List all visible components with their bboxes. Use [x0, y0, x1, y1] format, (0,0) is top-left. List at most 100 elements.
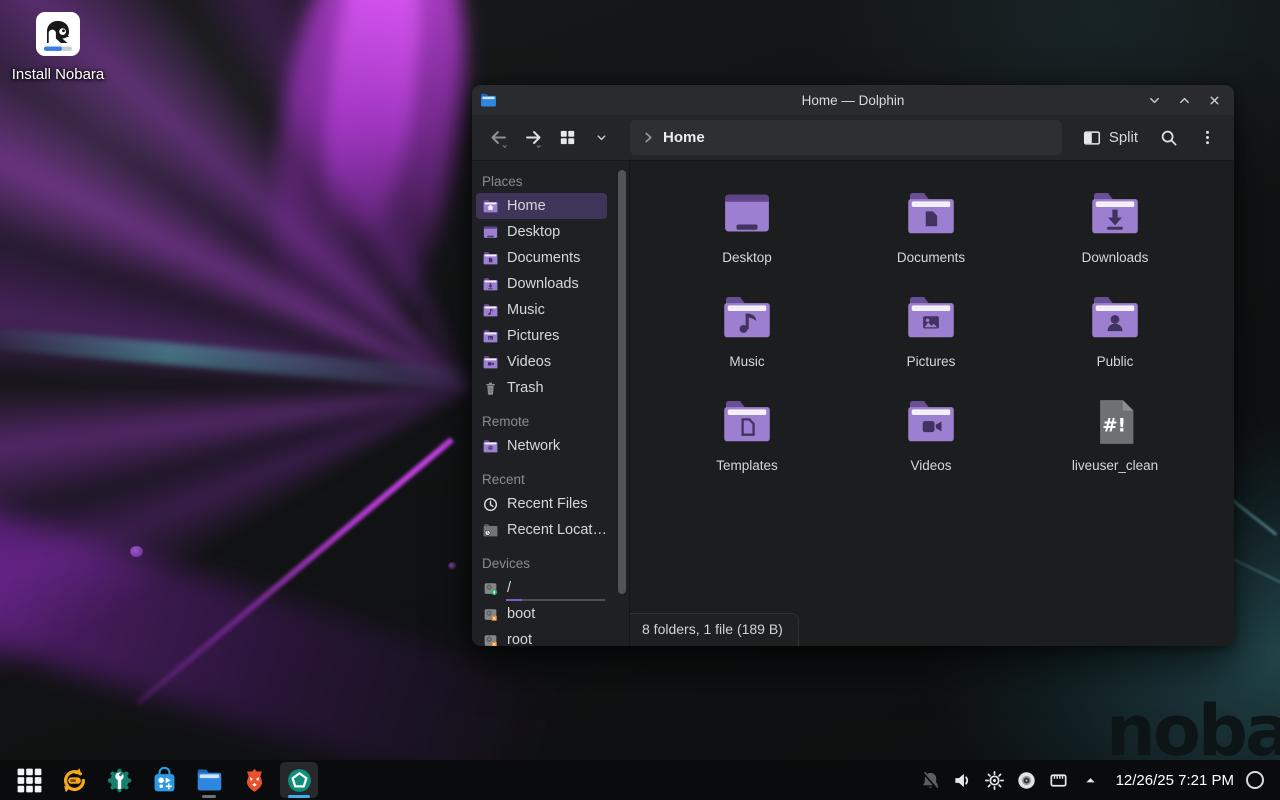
trash-icon — [482, 380, 499, 397]
audio-volume-icon[interactable] — [951, 769, 974, 792]
sidebar-item-videos[interactable]: Videos — [476, 349, 607, 375]
script-file-icon: #! — [1087, 394, 1143, 450]
folder-videos-icon — [482, 354, 499, 371]
sidebar-item-label: Recent Locat… — [507, 522, 607, 538]
file-item-label: Downloads — [1082, 250, 1149, 265]
sidebar-item-boot[interactable]: boot — [476, 601, 607, 627]
sidebar-item-trash[interactable]: Trash — [476, 375, 607, 401]
section-header-places: Places — [472, 169, 629, 193]
folder-music-icon — [482, 302, 499, 319]
sidebar-item-recent-locat[interactable]: Recent Locat… — [476, 517, 607, 543]
discover-store-button[interactable] — [145, 762, 183, 798]
breadcrumb-home[interactable]: Home — [663, 129, 705, 146]
file-item-label: Public — [1097, 354, 1134, 369]
back-button[interactable] — [484, 123, 514, 153]
folder-downloads-icon — [482, 276, 499, 293]
file-item-downloads[interactable]: Downloads — [1023, 186, 1207, 290]
launcher-icon — [15, 766, 44, 795]
gear-wrench-icon — [105, 766, 134, 795]
close-button[interactable] — [1202, 88, 1226, 112]
hamburger-menu-button[interactable] — [1192, 123, 1222, 153]
discover-icon — [150, 766, 179, 795]
nobara-updater-button[interactable] — [55, 762, 93, 798]
folder-music-icon — [719, 290, 775, 346]
split-button[interactable]: Split — [1076, 128, 1144, 148]
window-title: Home — Dolphin — [472, 93, 1234, 108]
folder-templates-icon — [719, 394, 775, 450]
app-launcher-button[interactable] — [10, 762, 48, 798]
task-indicator — [288, 795, 310, 798]
dolphin-folder-icon — [195, 766, 224, 795]
file-item-label: liveuser_clean — [1072, 458, 1158, 473]
install-nobara-shortcut[interactable]: Install Nobara — [8, 10, 108, 83]
sidebar-item-label: root — [507, 632, 532, 646]
dolphin-window-icon — [480, 92, 497, 109]
file-item-templates[interactable]: Templates — [655, 394, 839, 498]
sidebar-item-downloads[interactable]: Downloads — [476, 271, 607, 297]
updater-icon — [60, 766, 89, 795]
folder-pictures-icon — [903, 290, 959, 346]
file-item-liveuser-clean[interactable]: #! liveuser_clean — [1023, 394, 1207, 498]
device-notifier-icon[interactable] — [1015, 769, 1038, 792]
titlebar[interactable]: Home — Dolphin — [472, 85, 1234, 115]
file-item-videos[interactable]: Videos — [839, 394, 1023, 498]
toolbar: Home Split — [472, 115, 1234, 161]
folder-view[interactable]: DesktopDocuments Downloads MusicPictures Pu… — [630, 161, 1234, 646]
sidebar-item-recent-files[interactable]: Recent Files — [476, 491, 607, 517]
drive-unmounted-icon — [482, 632, 499, 647]
wallpaper-dot — [130, 546, 143, 557]
sidebar-item-label: Home — [507, 198, 546, 214]
sidebar-item-label: Documents — [507, 250, 580, 266]
forward-button[interactable] — [518, 123, 548, 153]
search-button[interactable] — [1154, 123, 1184, 153]
task-indicator — [202, 795, 216, 798]
network-icon[interactable] — [1047, 769, 1070, 792]
sidebar-item-label: Network — [507, 438, 560, 454]
sidebar-item-home[interactable]: Home — [476, 193, 607, 219]
sidebar-item-documents[interactable]: Documents — [476, 245, 607, 271]
folder-network-icon — [482, 438, 499, 455]
file-item-public[interactable]: Public — [1023, 290, 1207, 394]
sidebar-item-music[interactable]: Music — [476, 297, 607, 323]
sidebar-item-item[interactable]: / — [476, 575, 607, 601]
sidebar-item-label: Recent Files — [507, 496, 588, 512]
sidebar-item-label: Trash — [507, 380, 544, 396]
brave-icon — [240, 766, 269, 795]
sidebar-item-network[interactable]: Network — [476, 433, 607, 459]
sidebar-item-desktop[interactable]: Desktop — [476, 219, 607, 245]
sidebar-item-label: / — [507, 580, 511, 596]
file-item-label: Videos — [910, 458, 951, 473]
status-bar: 8 folders, 1 file (189 B) — [630, 613, 799, 646]
minimize-button[interactable] — [1142, 88, 1166, 112]
view-mode-dropdown[interactable] — [586, 123, 616, 153]
sidebar-item-root[interactable]: root — [476, 627, 607, 646]
notifications-muted-icon[interactable] — [919, 769, 942, 792]
maximize-button[interactable] — [1172, 88, 1196, 112]
view-mode-button[interactable] — [552, 123, 582, 153]
file-item-desktop[interactable]: Desktop — [655, 186, 839, 290]
brightness-icon[interactable] — [983, 769, 1006, 792]
monitor-icon — [482, 224, 499, 241]
sidebar-item-label: Pictures — [507, 328, 559, 344]
expand-tray-icon[interactable] — [1079, 769, 1102, 792]
sidebar-item-pictures[interactable]: Pictures — [476, 323, 607, 349]
show-desktop-icon[interactable] — [1246, 771, 1264, 789]
sidebar-item-label: Desktop — [507, 224, 560, 240]
sidebar-item-label: Music — [507, 302, 545, 318]
file-item-music[interactable]: Music — [655, 290, 839, 394]
folder-documents-icon — [903, 186, 959, 242]
split-view-icon — [1082, 128, 1102, 148]
section-header-recent: Recent — [472, 467, 629, 491]
brave-browser-button[interactable] — [235, 762, 273, 798]
nobara-driver-manager-button[interactable] — [100, 762, 138, 798]
wallpaper-dot — [448, 562, 457, 570]
file-item-pictures[interactable]: Pictures — [839, 290, 1023, 394]
clock[interactable]: 12/26/25 7:21 PM — [1108, 772, 1246, 789]
location-breadcrumb-bar[interactable]: Home — [630, 120, 1062, 155]
sidebar-item-label: Videos — [507, 354, 551, 370]
section-header-remote: Remote — [472, 409, 629, 433]
sidebar-scrollbar[interactable] — [618, 170, 626, 594]
spectacle-screenshot-button[interactable] — [280, 762, 318, 798]
dolphin-file-manager-button[interactable] — [190, 762, 228, 798]
file-item-documents[interactable]: Documents — [839, 186, 1023, 290]
